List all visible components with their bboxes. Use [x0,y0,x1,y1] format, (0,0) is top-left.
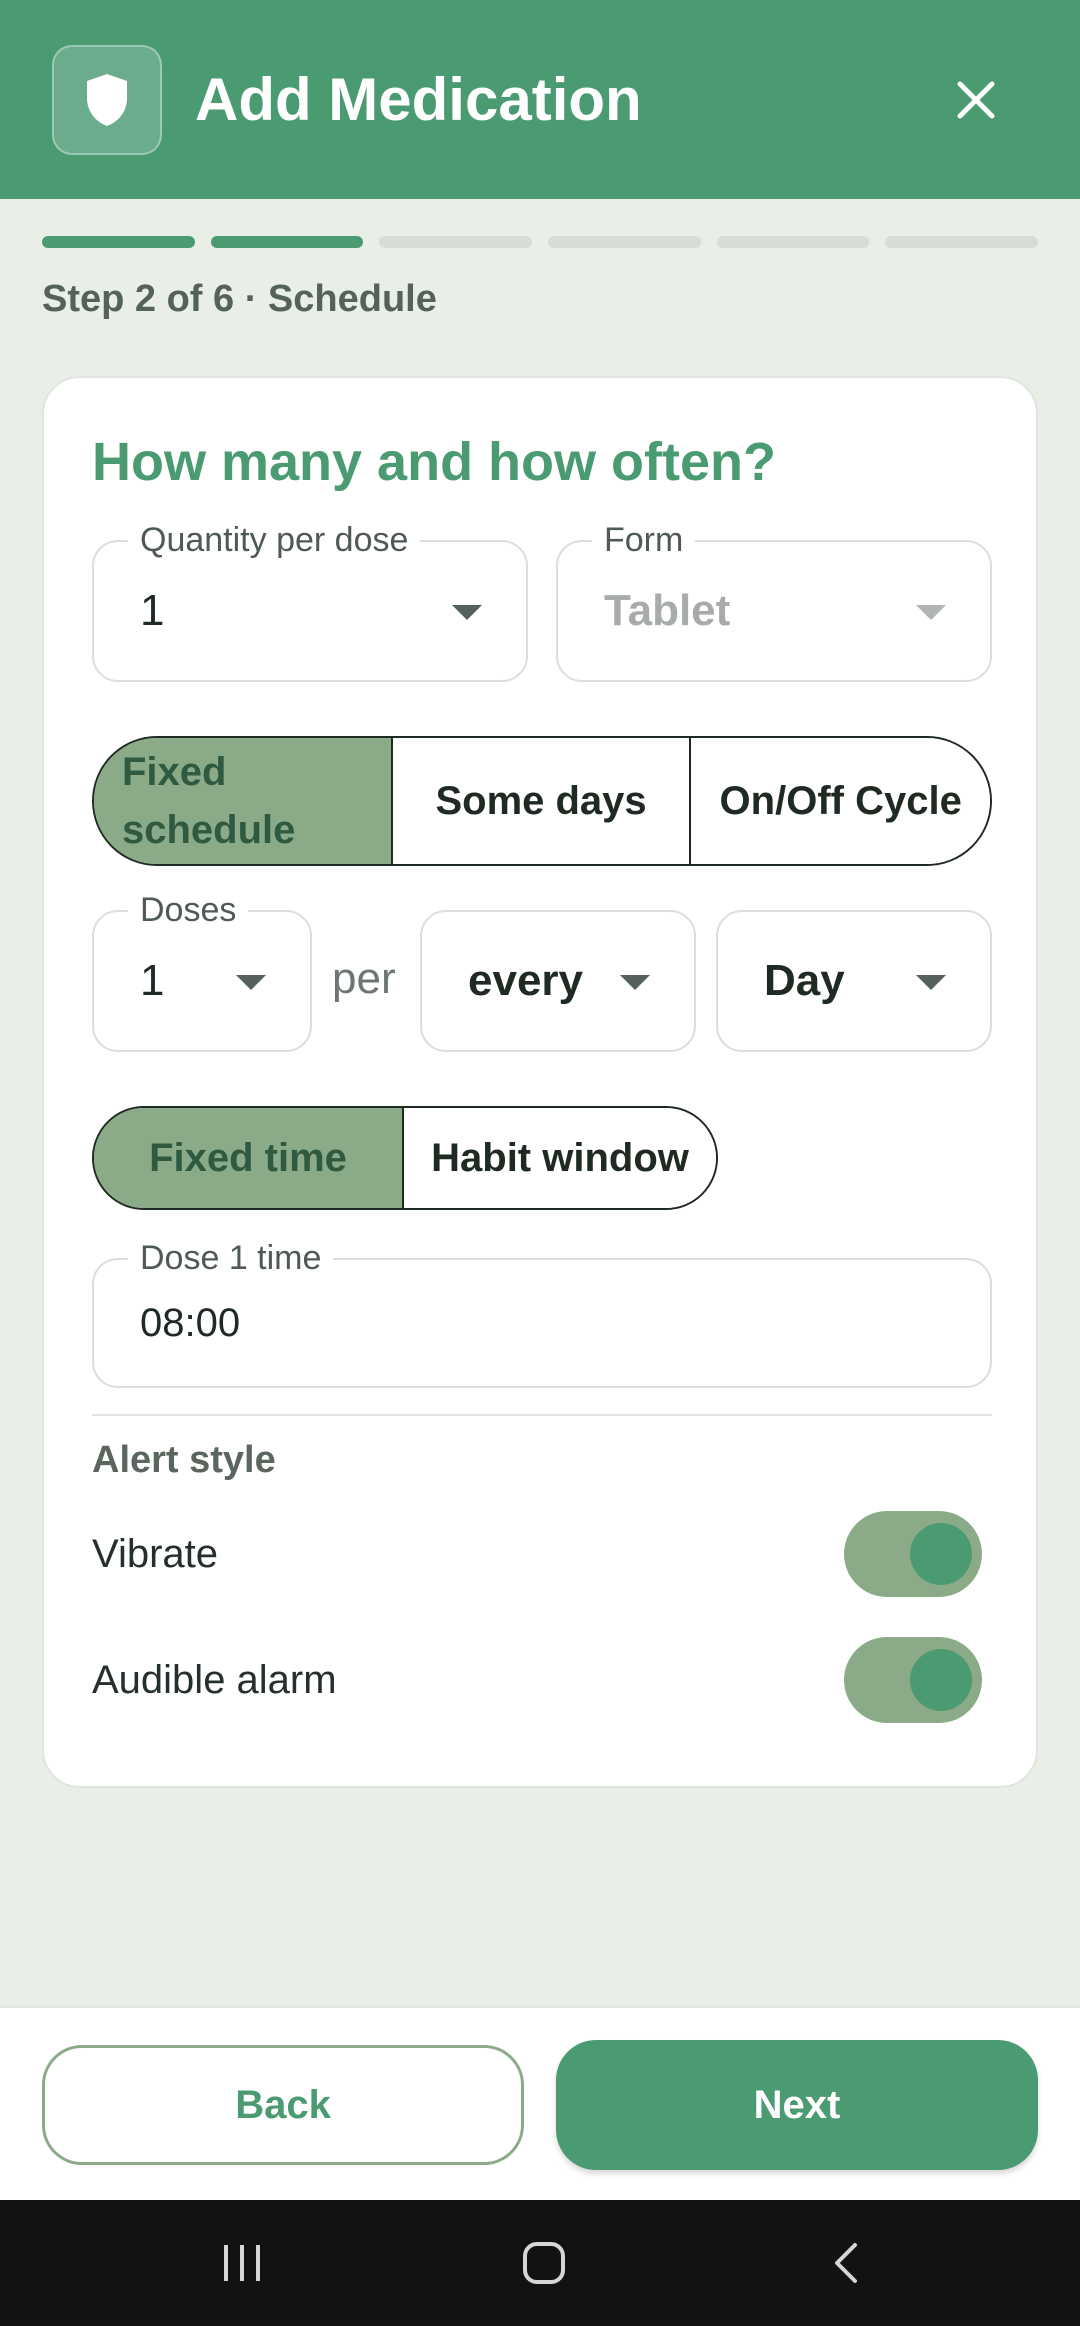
doses-dropdown[interactable]: Doses 1 [92,890,312,1052]
option-habit-window[interactable]: Habit window [404,1108,716,1208]
chevron-down-icon [620,975,650,990]
recents-icon[interactable] [182,2200,302,2326]
shield-icon [52,45,162,155]
quantity-label: Quantity per dose [128,520,421,560]
option-on-off-cycle[interactable]: On/Off Cycle [691,738,990,864]
chevron-down-icon [916,605,946,620]
vibrate-label: Vibrate [92,1532,219,1576]
quantity-value: 1 [140,586,165,635]
vibrate-toggle[interactable] [844,1511,982,1597]
dose-time-field[interactable]: Dose 1 time 08:00 [92,1238,992,1388]
option-fixed-time[interactable]: Fixed time [94,1108,405,1208]
time-mode-selector: Fixed time Habit window [92,1106,718,1210]
chevron-down-icon [236,975,266,990]
schedule-card: How many and how often? Quantity per dos… [42,376,1038,1788]
next-button[interactable]: Next [556,2040,1038,2170]
alert-style-heading: Alert style [92,1439,276,1481]
back-icon[interactable] [786,2200,906,2326]
option-some-days[interactable]: Some days [392,738,692,864]
audible-alarm-toggle[interactable] [844,1637,982,1723]
step-label: Step 2 of 6 · Schedule [42,278,437,320]
form-dropdown[interactable]: Form Tablet [556,520,992,682]
progress-segment [379,236,533,248]
divider [92,1414,992,1416]
card-title: How many and how often? [92,432,776,492]
doses-value: 1 [140,956,165,1005]
toggle-knob [910,1523,972,1585]
dose-time-value: 08:00 [140,1300,241,1345]
frequency-dropdown[interactable]: every [420,910,696,1052]
progress-segment [210,236,364,248]
close-icon[interactable] [940,60,1012,140]
quantity-dropdown[interactable]: Quantity per dose 1 [92,520,528,682]
schedule-type-selector: Fixed schedule Some days On/Off Cycle [92,736,992,866]
option-label: Fixed schedule [122,750,296,852]
app-header: Add Medication [0,0,1080,199]
audible-alarm-label: Audible alarm [92,1658,337,1702]
page-title: Add Medication [195,66,642,133]
step-progress [42,236,1039,248]
form-value: Tablet [604,586,731,635]
bottom-action-bar: Back Next [0,2006,1080,2200]
progress-segment [885,236,1039,248]
period-dropdown[interactable]: Day [716,910,992,1052]
progress-segment [548,236,701,248]
toggle-knob [910,1649,972,1711]
frequency-value: every [468,956,584,1005]
chevron-down-icon [916,975,946,990]
progress-segment [42,236,195,248]
system-nav-bar [0,2200,1080,2326]
back-button[interactable]: Back [42,2045,524,2165]
option-fixed-schedule[interactable]: Fixed schedule [94,738,393,864]
per-text: per [332,954,396,1003]
period-value: Day [764,956,845,1005]
home-icon[interactable] [484,2200,604,2326]
progress-segment [716,236,870,248]
chevron-down-icon [452,605,482,620]
